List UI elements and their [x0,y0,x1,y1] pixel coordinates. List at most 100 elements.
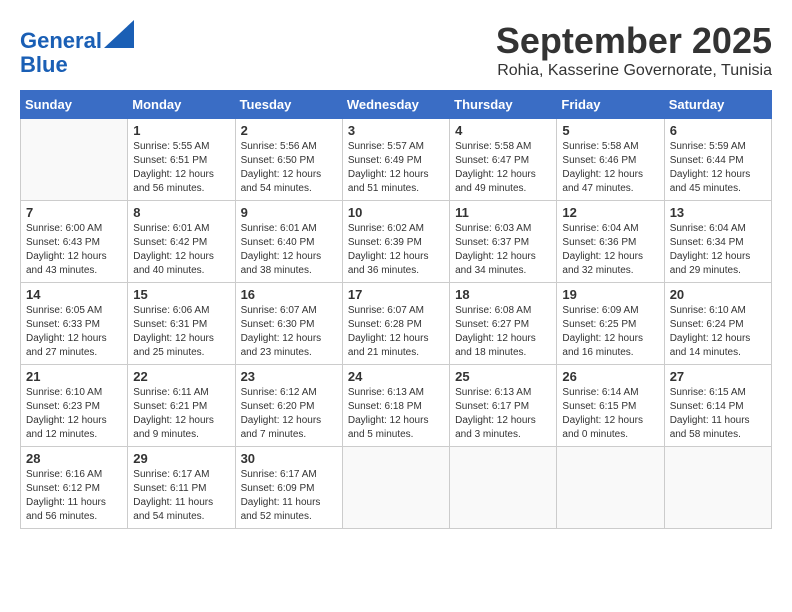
day-number: 19 [562,287,658,302]
day-info: Sunrise: 6:01 AM Sunset: 6:42 PM Dayligh… [133,222,229,278]
day-number: 9 [241,205,337,220]
day-info: Sunrise: 6:01 AM Sunset: 6:40 PM Dayligh… [241,222,337,278]
day-info: Sunrise: 5:55 AM Sunset: 6:51 PM Dayligh… [133,140,229,196]
day-info: Sunrise: 6:07 AM Sunset: 6:28 PM Dayligh… [348,304,444,360]
day-info: Sunrise: 6:04 AM Sunset: 6:34 PM Dayligh… [670,222,766,278]
calendar-table: SundayMondayTuesdayWednesdayThursdayFrid… [20,90,772,529]
calendar-week-row: 7 Sunrise: 6:00 AM Sunset: 6:43 PM Daylig… [21,201,772,283]
calendar-cell: 24 Sunrise: 6:13 AM Sunset: 6:18 PM Dayli… [342,365,449,447]
calendar-header-row: SundayMondayTuesdayWednesdayThursdayFrid… [21,91,772,119]
calendar-cell [450,447,557,529]
calendar-cell: 12 Sunrise: 6:04 AM Sunset: 6:36 PM Dayli… [557,201,664,283]
calendar-cell: 11Sunrise: 6:03 AM Sunset: 6:37 PM Dayli… [450,201,557,283]
month-title: September 2025 [496,20,772,62]
day-info: Sunrise: 6:08 AM Sunset: 6:27 PM Dayligh… [455,304,551,360]
day-number: 5 [562,123,658,138]
day-number: 24 [348,369,444,384]
calendar-cell: 22Sunrise: 6:11 AM Sunset: 6:21 PM Dayli… [128,365,235,447]
day-number: 15 [133,287,229,302]
logo-text: General Blue [20,20,134,77]
calendar-cell: 1 Sunrise: 5:55 AM Sunset: 6:51 PM Daylig… [128,119,235,201]
day-number: 14 [26,287,122,302]
day-info: Sunrise: 6:13 AM Sunset: 6:17 PM Dayligh… [455,386,551,442]
calendar-cell: 28Sunrise: 6:16 AM Sunset: 6:12 PM Dayli… [21,447,128,529]
calendar-cell: 10 Sunrise: 6:02 AM Sunset: 6:39 PM Dayli… [342,201,449,283]
day-info: Sunrise: 6:02 AM Sunset: 6:39 PM Dayligh… [348,222,444,278]
calendar-cell [557,447,664,529]
location-title: Rohia, Kasserine Governorate, Tunisia [496,62,772,80]
calendar-cell: 17 Sunrise: 6:07 AM Sunset: 6:28 PM Dayli… [342,283,449,365]
day-info: Sunrise: 6:12 AM Sunset: 6:20 PM Dayligh… [241,386,337,442]
day-info: Sunrise: 6:13 AM Sunset: 6:18 PM Dayligh… [348,386,444,442]
day-info: Sunrise: 6:14 AM Sunset: 6:15 PM Dayligh… [562,386,658,442]
day-number: 7 [26,205,122,220]
day-info: Sunrise: 6:10 AM Sunset: 6:23 PM Dayligh… [26,386,122,442]
weekday-header: Saturday [664,91,771,119]
weekday-header: Wednesday [342,91,449,119]
calendar-cell: 18 Sunrise: 6:08 AM Sunset: 6:27 PM Dayli… [450,283,557,365]
day-info: Sunrise: 5:57 AM Sunset: 6:49 PM Dayligh… [348,140,444,196]
calendar-cell: 19 Sunrise: 6:09 AM Sunset: 6:25 PM Dayli… [557,283,664,365]
day-number: 16 [241,287,337,302]
day-number: 2 [241,123,337,138]
day-number: 4 [455,123,551,138]
day-info: Sunrise: 6:06 AM Sunset: 6:31 PM Dayligh… [133,304,229,360]
day-number: 29 [133,451,229,466]
day-info: Sunrise: 6:17 AM Sunset: 6:09 PM Dayligh… [241,468,337,524]
day-info: Sunrise: 6:11 AM Sunset: 6:21 PM Dayligh… [133,386,229,442]
day-info: Sunrise: 6:05 AM Sunset: 6:33 PM Dayligh… [26,304,122,360]
day-info: Sunrise: 6:07 AM Sunset: 6:30 PM Dayligh… [241,304,337,360]
day-number: 12 [562,205,658,220]
calendar-cell [664,447,771,529]
day-info: Sunrise: 6:17 AM Sunset: 6:11 PM Dayligh… [133,468,229,524]
calendar-cell: 3 Sunrise: 5:57 AM Sunset: 6:49 PM Daylig… [342,119,449,201]
day-number: 18 [455,287,551,302]
calendar-cell [342,447,449,529]
day-info: Sunrise: 5:59 AM Sunset: 6:44 PM Dayligh… [670,140,766,196]
calendar-cell: 13 Sunrise: 6:04 AM Sunset: 6:34 PM Dayli… [664,201,771,283]
calendar-cell: 2 Sunrise: 5:56 AM Sunset: 6:50 PM Daylig… [235,119,342,201]
weekday-header: Monday [128,91,235,119]
calendar-cell [21,119,128,201]
calendar-cell: 23 Sunrise: 6:12 AM Sunset: 6:20 PM Dayli… [235,365,342,447]
day-number: 23 [241,369,337,384]
day-number: 26 [562,369,658,384]
day-info: Sunrise: 6:03 AM Sunset: 6:37 PM Dayligh… [455,222,551,278]
day-number: 3 [348,123,444,138]
calendar-cell: 16 Sunrise: 6:07 AM Sunset: 6:30 PM Dayli… [235,283,342,365]
weekday-header: Friday [557,91,664,119]
weekday-header: Thursday [450,91,557,119]
day-info: Sunrise: 5:58 AM Sunset: 6:47 PM Dayligh… [455,140,551,196]
calendar-week-row: 14 Sunrise: 6:05 AM Sunset: 6:33 PM Dayli… [21,283,772,365]
day-number: 27 [670,369,766,384]
calendar-week-row: 1 Sunrise: 5:55 AM Sunset: 6:51 PM Daylig… [21,119,772,201]
day-info: Sunrise: 6:04 AM Sunset: 6:36 PM Dayligh… [562,222,658,278]
page-header: General Blue September 2025 Rohia, Kasse… [20,20,772,80]
day-number: 30 [241,451,337,466]
day-number: 21 [26,369,122,384]
day-info: Sunrise: 6:00 AM Sunset: 6:43 PM Dayligh… [26,222,122,278]
day-number: 1 [133,123,229,138]
day-number: 17 [348,287,444,302]
day-number: 8 [133,205,229,220]
calendar-cell: 8 Sunrise: 6:01 AM Sunset: 6:42 PM Daylig… [128,201,235,283]
calendar-cell: 29 Sunrise: 6:17 AM Sunset: 6:11 PM Dayli… [128,447,235,529]
weekday-header: Tuesday [235,91,342,119]
calendar-cell: 5 Sunrise: 5:58 AM Sunset: 6:46 PM Daylig… [557,119,664,201]
day-info: Sunrise: 6:10 AM Sunset: 6:24 PM Dayligh… [670,304,766,360]
calendar-cell: 26 Sunrise: 6:14 AM Sunset: 6:15 PM Dayli… [557,365,664,447]
calendar-cell: 21 Sunrise: 6:10 AM Sunset: 6:23 PM Dayli… [21,365,128,447]
weekday-header: Sunday [21,91,128,119]
day-info: Sunrise: 5:56 AM Sunset: 6:50 PM Dayligh… [241,140,337,196]
day-number: 10 [348,205,444,220]
calendar-cell: 7 Sunrise: 6:00 AM Sunset: 6:43 PM Daylig… [21,201,128,283]
calendar-cell: 25Sunrise: 6:13 AM Sunset: 6:17 PM Dayli… [450,365,557,447]
day-info: Sunrise: 6:09 AM Sunset: 6:25 PM Dayligh… [562,304,658,360]
day-number: 13 [670,205,766,220]
calendar-cell: 6Sunrise: 5:59 AM Sunset: 6:44 PM Daylig… [664,119,771,201]
day-info: Sunrise: 5:58 AM Sunset: 6:46 PM Dayligh… [562,140,658,196]
calendar-cell: 9 Sunrise: 6:01 AM Sunset: 6:40 PM Daylig… [235,201,342,283]
day-number: 20 [670,287,766,302]
calendar-cell: 20 Sunrise: 6:10 AM Sunset: 6:24 PM Dayli… [664,283,771,365]
day-info: Sunrise: 6:15 AM Sunset: 6:14 PM Dayligh… [670,386,766,442]
